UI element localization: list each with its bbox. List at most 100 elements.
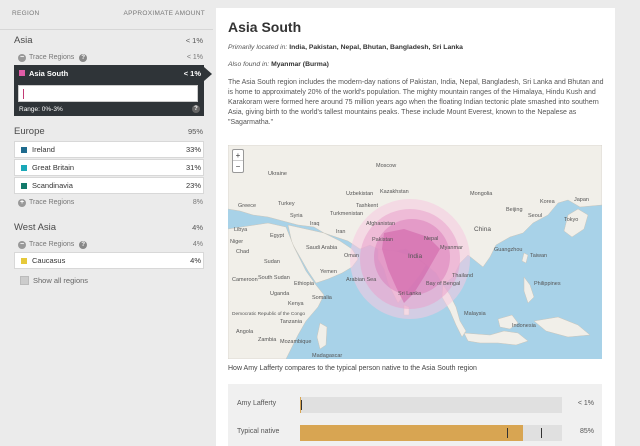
- trace-regions-label: Trace Regions: [29, 54, 75, 61]
- region-europe: Europe 95% Ireland 33% Great Britain 31%…: [0, 121, 213, 210]
- region-map[interactable]: Moscow Kazakhstan Mongolia Beijing Korea…: [228, 145, 602, 359]
- also-found: Also found in: Myanmar (Burma): [228, 61, 329, 68]
- zoom-in-button[interactable]: +: [233, 150, 243, 161]
- zoom-out-button[interactable]: −: [233, 161, 243, 172]
- region-detail-panel: Asia South Primarily located in: India, …: [216, 8, 615, 446]
- region-color-swatch: [19, 70, 25, 76]
- amount-column-label: APPROXIMATE AMOUNT: [123, 10, 205, 17]
- comparison-title: How Amy Lafferty compares to the typical…: [228, 365, 477, 372]
- subregion-scandinavia[interactable]: Scandinavia 23%: [14, 177, 204, 194]
- map-label: Madagascar: [312, 353, 342, 359]
- help-icon[interactable]: ?: [192, 105, 200, 113]
- region-title-asia[interactable]: Asia < 1%: [0, 30, 213, 50]
- collapse-icon: −: [18, 240, 26, 249]
- primarily-label: Primarily located in:: [228, 44, 288, 51]
- map-label: Greece: [238, 203, 256, 209]
- subregion-great-britain[interactable]: Great Britain 31%: [14, 159, 204, 176]
- subregion-ireland[interactable]: Ireland 33%: [14, 141, 204, 158]
- show-all-regions-label: Show all regions: [33, 275, 89, 285]
- map-label: Angola: [236, 329, 254, 335]
- map-label: Chad: [236, 249, 249, 255]
- map-label: Syria: [290, 213, 303, 219]
- selected-region-asia-south[interactable]: Asia South < 1% Range: 0%-3% ?: [14, 65, 212, 116]
- also-label: Also found in:: [228, 61, 270, 68]
- comparison-value: 85%: [579, 428, 594, 435]
- comparison-row-typical: Typical native 85%: [228, 423, 602, 443]
- map-label: Democratic Republic of the Congo: [232, 311, 305, 317]
- region-color-swatch: [21, 164, 27, 171]
- map-label: Nepal: [424, 236, 438, 242]
- range-high-tick: [541, 428, 543, 438]
- map-label: Yemen: [320, 269, 337, 275]
- help-icon[interactable]: ?: [79, 53, 88, 62]
- map-label: Bay of Bengal: [426, 281, 460, 287]
- value-tick: [301, 400, 303, 410]
- map-label: Kenya: [288, 301, 305, 307]
- map-label: Myanmar: [440, 245, 463, 251]
- map-label: Sri Lanka: [398, 291, 422, 297]
- map-svg: Moscow Kazakhstan Mongolia Beijing Korea…: [228, 145, 602, 359]
- selected-region-label: Asia South: [29, 68, 69, 78]
- range-text: Range: 0%-3%: [19, 105, 63, 113]
- region-name: Asia: [14, 34, 33, 46]
- also-value: Myanmar (Burma): [271, 61, 329, 68]
- comparison-bar: [300, 425, 562, 441]
- map-label: Kazakhstan: [380, 189, 409, 195]
- trace-regions-toggle[interactable]: − Trace Regions? 4%: [0, 237, 213, 252]
- trace-regions-toggle[interactable]: + Trace Regions 8%: [0, 195, 213, 210]
- region-asia: Asia < 1% − Trace Regions? < 1% Asia Sout…: [0, 30, 213, 116]
- trace-regions-percent: 4%: [192, 241, 203, 248]
- map-label: Iraq: [310, 221, 319, 227]
- map-label: Tashkent: [356, 203, 378, 209]
- region-title-europe[interactable]: Europe 95%: [0, 121, 213, 141]
- trace-regions-label: Trace Regions: [29, 199, 75, 206]
- selected-region-percent: < 1%: [183, 68, 201, 78]
- map-label: South Sudan: [258, 275, 290, 281]
- subregion-caucasus[interactable]: Caucasus 4%: [14, 252, 204, 269]
- checkbox-icon[interactable]: [20, 275, 29, 285]
- comparison-name: Typical native: [237, 428, 280, 435]
- map-label: Turkmenistan: [330, 211, 363, 217]
- map-label: Mongolia: [470, 191, 493, 197]
- map-label: China: [474, 226, 491, 233]
- map-label: India: [408, 253, 422, 260]
- map-label: Korea: [540, 199, 556, 205]
- trace-regions-toggle[interactable]: − Trace Regions? < 1%: [0, 50, 213, 65]
- expand-icon: +: [18, 198, 26, 207]
- region-panel-header: REGION APPROXIMATE AMOUNT: [0, 0, 213, 30]
- map-label: Seoul: [528, 213, 542, 219]
- trace-regions-percent: < 1%: [186, 54, 203, 61]
- map-label: Somalia: [312, 295, 333, 301]
- selection-pointer: [204, 67, 212, 81]
- map-label: Beijing: [506, 207, 523, 213]
- show-all-regions-toggle[interactable]: Show all regions: [0, 270, 213, 288]
- region-percent: < 1%: [185, 35, 203, 45]
- primarily-located: Primarily located in: India, Pakistan, N…: [228, 44, 463, 51]
- subregion-label: Great Britain: [32, 163, 75, 172]
- map-zoom-control: + −: [232, 149, 244, 173]
- region-description: The Asia South region includes the moder…: [228, 79, 604, 126]
- map-label: Oman: [344, 253, 359, 259]
- range-marker: [23, 89, 24, 99]
- map-label: Indonesia: [512, 323, 537, 329]
- map-label: Thailand: [452, 273, 473, 279]
- map-label: Afghanistan: [366, 221, 395, 227]
- subregion-percent: 31%: [185, 163, 201, 172]
- subregion-percent: 4%: [190, 256, 201, 265]
- region-title-west-asia[interactable]: West Asia 4%: [0, 217, 213, 237]
- comparison-fill: [300, 425, 523, 441]
- map-label: Niger: [230, 239, 243, 245]
- map-label: Sudan: [264, 259, 280, 265]
- help-icon[interactable]: ?: [79, 240, 88, 249]
- map-label: Moscow: [376, 163, 396, 169]
- map-label: Iran: [336, 229, 345, 235]
- map-label: Uzbekistan: [346, 191, 373, 197]
- range-bar: [18, 85, 198, 102]
- comparison-panel: Amy Lafferty < 1% Typical native 85%: [228, 384, 602, 446]
- map-label: Malaysia: [464, 311, 487, 317]
- map-label: Taiwan: [530, 253, 547, 259]
- map-label: Japan: [574, 197, 589, 203]
- comparison-name: Amy Lafferty: [237, 400, 277, 407]
- map-label: Turkey: [278, 201, 295, 207]
- region-color-swatch: [21, 146, 27, 153]
